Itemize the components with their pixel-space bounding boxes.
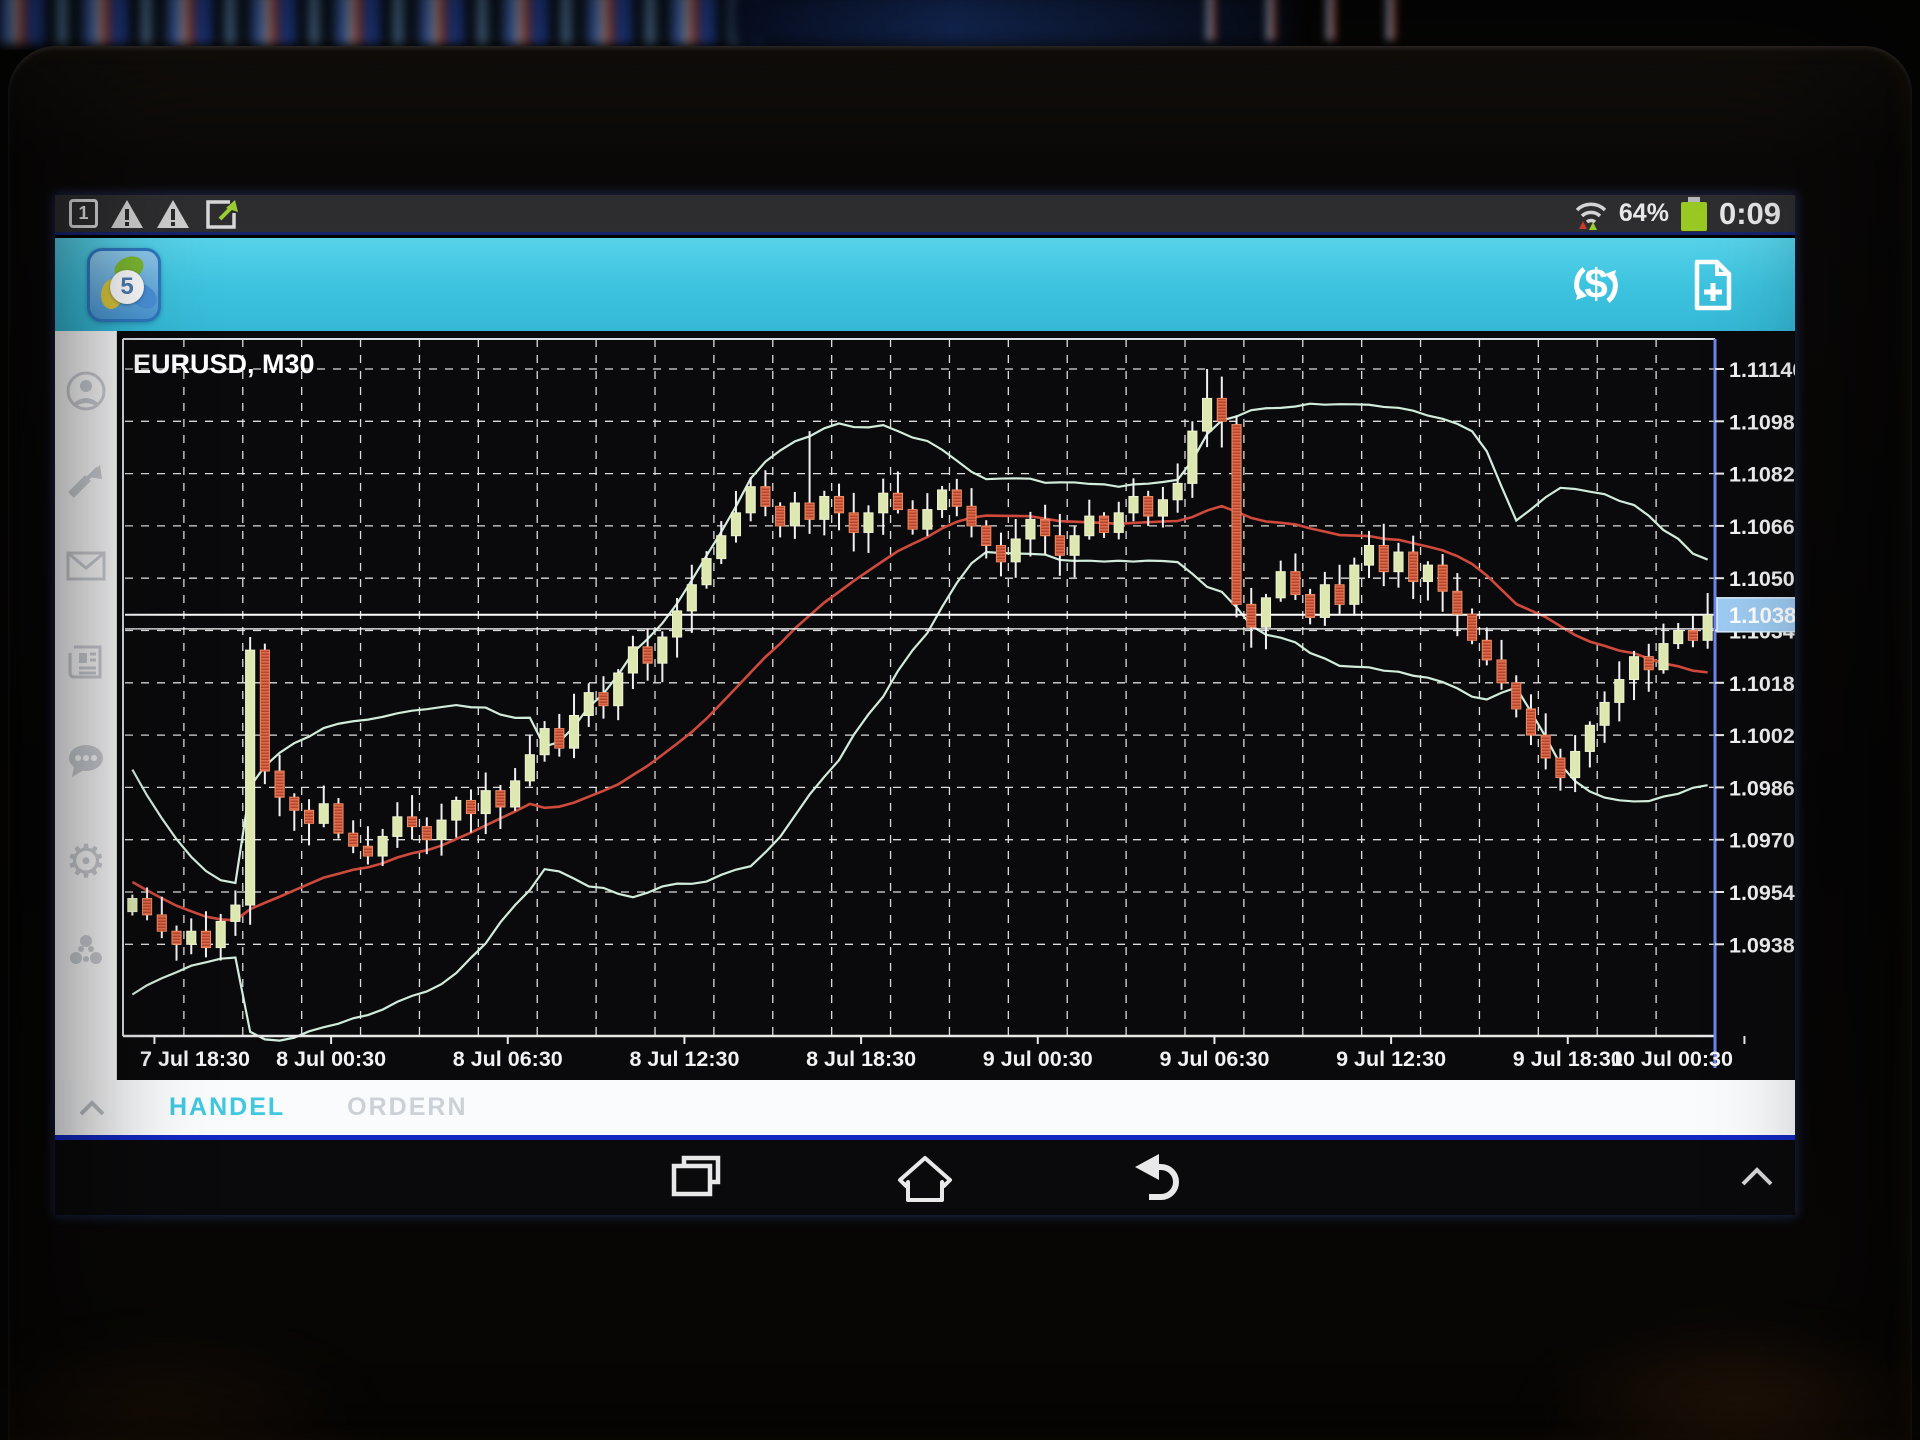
recent-apps-icon: [666, 1150, 726, 1206]
exchange-currency-button[interactable]: $: [1567, 256, 1625, 314]
warning-icon[interactable]: [110, 198, 144, 230]
svg-text:9 Jul 12:30: 9 Jul 12:30: [1336, 1047, 1446, 1071]
exchange-currency-icon: $: [1567, 256, 1625, 314]
svg-text:8 Jul 18:30: 8 Jul 18:30: [806, 1047, 916, 1071]
warning-icon[interactable]: [156, 198, 190, 230]
current-price-box: 1.10388: [1717, 598, 1795, 632]
back-button[interactable]: [1122, 1150, 1186, 1206]
gear-icon: ⚙: [65, 839, 106, 883]
logo-number: 5: [110, 270, 144, 304]
notification-count-icon[interactable]: 1: [69, 199, 98, 228]
chat-bubble-icon: [64, 739, 108, 783]
tablet-screen: 1: [55, 195, 1795, 1215]
wifi-icon: [1573, 197, 1609, 231]
sidebar-item-quotes[interactable]: [64, 459, 108, 503]
svg-text:8 Jul 06:30: 8 Jul 06:30: [453, 1047, 563, 1071]
sidebar-item-news[interactable]: [64, 639, 108, 683]
recent-apps-button[interactable]: [664, 1150, 728, 1206]
svg-text:1.10388: 1.10388: [1729, 603, 1795, 628]
svg-text:$: $: [1584, 260, 1607, 307]
sidebar-item-account[interactable]: [64, 369, 108, 413]
expand-chevron-icon[interactable]: [1737, 1164, 1777, 1190]
android-nav-bar: [55, 1140, 1795, 1215]
candlestick-chart[interactable]: 1.11140 1.10980 1.10820 1.10660 1.10500 1.103…: [117, 331, 1795, 1080]
tablet-device: SAMSUNG 1: [8, 46, 1912, 1440]
svg-text:EURUSD, M30: EURUSD, M30: [133, 349, 315, 379]
clock: 0:09: [1719, 196, 1781, 232]
reflection: [1532, 1330, 1920, 1440]
sidebar-item-chat[interactable]: [64, 739, 108, 783]
new-order-icon: [1685, 257, 1739, 313]
reflection: [0, 1340, 368, 1440]
svg-text:9 Jul 06:30: 9 Jul 06:30: [1159, 1047, 1269, 1071]
sidebar-item-community[interactable]: [64, 929, 108, 973]
background-taskbar-blur: [0, 0, 760, 44]
svg-text:1.11140: 1.11140: [1729, 358, 1795, 382]
trend-arrow-icon: [64, 459, 108, 503]
svg-text:1.10020: 1.10020: [1729, 724, 1795, 748]
back-icon: [1125, 1150, 1183, 1206]
community-icon: [64, 929, 108, 973]
svg-text:10 Jul 00:30: 10 Jul 00:30: [1611, 1047, 1733, 1071]
new-order-button[interactable]: [1683, 256, 1741, 314]
tab-ordern[interactable]: ORDERN: [347, 1093, 467, 1122]
svg-text:1.09700: 1.09700: [1729, 829, 1795, 853]
svg-text:8 Jul 00:30: 8 Jul 00:30: [276, 1047, 386, 1071]
svg-text:8 Jul 12:30: 8 Jul 12:30: [629, 1047, 739, 1071]
newspaper-icon: [64, 639, 108, 683]
home-button[interactable]: [893, 1150, 957, 1206]
status-bar: 1: [55, 195, 1795, 235]
sidebar: ⚙: [55, 331, 117, 1080]
tab-handel[interactable]: HANDEL: [169, 1093, 285, 1122]
svg-text:1.10180: 1.10180: [1729, 672, 1795, 696]
metatrader-logo[interactable]: 5: [87, 248, 161, 322]
app-header: 5 $: [55, 238, 1795, 331]
svg-text:9 Jul 18:30: 9 Jul 18:30: [1513, 1047, 1623, 1071]
main-content: ⚙ 1.111401.109801.1082: [55, 331, 1795, 1080]
home-icon: [896, 1150, 954, 1206]
person-circle-icon: [64, 369, 108, 413]
bottom-panel: HANDEL ORDERN: [55, 1080, 1795, 1140]
sidebar-item-settings[interactable]: ⚙: [64, 839, 108, 883]
svg-text:1.09380: 1.09380: [1729, 933, 1795, 957]
screenshot-export-icon[interactable]: [202, 197, 240, 231]
battery-percent: 64%: [1619, 199, 1669, 228]
svg-text:1.10660: 1.10660: [1729, 515, 1795, 539]
background-icon-blur: [1180, 0, 1440, 40]
chart-area[interactable]: 1.11140 1.10980 1.10820 1.10660 1.10500 1.103…: [117, 331, 1795, 1080]
background-monitor: [0, 0, 1920, 50]
svg-text:1.10980: 1.10980: [1729, 410, 1795, 434]
svg-text:1.09860: 1.09860: [1729, 776, 1795, 800]
svg-text:7 Jul 18:30: 7 Jul 18:30: [140, 1047, 250, 1071]
svg-text:1.09540: 1.09540: [1729, 881, 1795, 905]
collapse-panel-chevron-icon[interactable]: [77, 1098, 107, 1118]
photo-background: SAMSUNG 1: [0, 0, 1920, 1440]
svg-text:9 Jul 00:30: 9 Jul 00:30: [983, 1047, 1093, 1071]
svg-text:1.10820: 1.10820: [1729, 463, 1795, 487]
sidebar-item-mail[interactable]: [64, 544, 108, 588]
battery-icon: [1679, 196, 1709, 232]
svg-text:1.10500: 1.10500: [1729, 567, 1795, 591]
envelope-icon: [64, 544, 108, 588]
